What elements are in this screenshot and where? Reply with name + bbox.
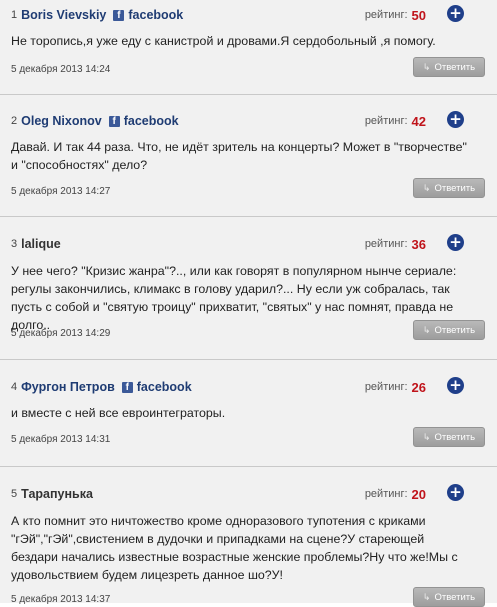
facebook-icon: f [121, 381, 133, 393]
reply-button-label: Ответить [434, 432, 476, 443]
rating-label: рейтинг: [364, 115, 408, 127]
plus-icon[interactable]: + [447, 111, 464, 128]
comment-item: 2 Oleg Nixonov f facebook рейтинг: 42 + … [0, 95, 497, 217]
comment-number: 3 [11, 238, 18, 250]
rating-value: 50 [411, 7, 426, 23]
plus-icon[interactable]: + [447, 5, 464, 22]
comment-number: 2 [11, 115, 18, 127]
reply-button-label: Ответить [434, 62, 476, 73]
facebook-label[interactable]: facebook [124, 114, 179, 128]
comment-rating: рейтинг: 42 [365, 113, 426, 129]
facebook-label[interactable]: facebook [137, 380, 192, 394]
plus-icon[interactable]: + [447, 234, 464, 251]
comment-date: 5 декабря 2013 14:27 [11, 186, 111, 197]
reply-arrow-icon: ↳ [422, 183, 431, 193]
facebook-icon: f [113, 9, 125, 21]
comment-rating: рейтинг: 26 [365, 379, 426, 395]
comment-item: 5 Тарапунька рейтинг: 20 + А кто помнит … [0, 467, 497, 607]
comment-number: 5 [11, 488, 18, 500]
comment-text: А кто помнит это ничтожество кроме однор… [11, 514, 458, 582]
plus-icon[interactable]: + [447, 484, 464, 501]
comment-date: 5 декабря 2013 14:29 [11, 328, 111, 339]
comment-item: 1 Boris Vievskiy f facebook рейтинг: 50 … [0, 0, 497, 95]
comment-number: 4 [11, 381, 18, 393]
reply-arrow-icon: ↳ [422, 62, 431, 72]
reply-button[interactable]: ↳ Ответить [413, 587, 485, 607]
reply-button[interactable]: ↳ Ответить [413, 320, 485, 340]
comment-rating: рейтинг: 36 [365, 236, 426, 252]
rating-label: рейтинг: [364, 238, 408, 250]
rating-label: рейтинг: [364, 488, 408, 500]
comment-header: 2 Oleg Nixonov f facebook [11, 113, 179, 129]
comment-header: 4 Фургон Петров f facebook [11, 379, 192, 395]
comment-author[interactable]: Тарапунька [21, 487, 93, 501]
comment-author[interactable]: Boris Vievskiy [21, 8, 106, 22]
comment-number: 1 [11, 9, 18, 21]
rating-value: 26 [411, 379, 426, 395]
comment-date: 5 декабря 2013 14:37 [11, 594, 111, 605]
reply-arrow-icon: ↳ [422, 325, 431, 335]
plus-icon[interactable]: + [447, 377, 464, 394]
comment-item: 4 Фургон Петров f facebook рейтинг: 26 +… [0, 360, 497, 467]
comment-date: 5 декабря 2013 14:24 [11, 64, 111, 75]
comment-author[interactable]: Oleg Nixonov [21, 114, 102, 128]
comment-author[interactable]: lalique [21, 237, 61, 251]
comment-text: У нее чего? "Кризис жанра"?.., или как г… [11, 264, 457, 332]
reply-button[interactable]: ↳ Ответить [413, 178, 485, 198]
comment-text: и вместе с ней все евроинтеграторы. [11, 406, 226, 420]
comment-text: Не торопись,я уже еду с канистрой и дров… [11, 34, 436, 48]
comment-header: 5 Тарапунька [11, 486, 93, 502]
comment-date: 5 декабря 2013 14:31 [11, 434, 111, 445]
reply-button-label: Ответить [434, 592, 476, 603]
comment-rating: рейтинг: 20 [365, 486, 426, 502]
comment-header: 3 lalique [11, 236, 61, 252]
comment-text: Давай. И так 44 раза. Что, не идёт зрите… [11, 140, 467, 172]
rating-value: 20 [411, 486, 426, 502]
rating-label: рейтинг: [364, 9, 408, 21]
reply-button[interactable]: ↳ Ответить [413, 427, 485, 447]
reply-button-label: Ответить [434, 325, 476, 336]
reply-arrow-icon: ↳ [422, 592, 431, 602]
rating-value: 36 [411, 236, 426, 252]
reply-button-label: Ответить [434, 183, 476, 194]
reply-arrow-icon: ↳ [422, 432, 431, 442]
facebook-icon: f [108, 115, 120, 127]
comment-author[interactable]: Фургон Петров [21, 380, 115, 394]
comment-item: 3 lalique рейтинг: 36 + У нее чего? "Кри… [0, 217, 497, 360]
comment-rating: рейтинг: 50 [365, 7, 426, 23]
facebook-label[interactable]: facebook [128, 8, 183, 22]
rating-label: рейтинг: [364, 381, 408, 393]
reply-button[interactable]: ↳ Ответить [413, 57, 485, 77]
rating-value: 42 [411, 113, 426, 129]
comment-header: 1 Boris Vievskiy f facebook [11, 7, 183, 23]
